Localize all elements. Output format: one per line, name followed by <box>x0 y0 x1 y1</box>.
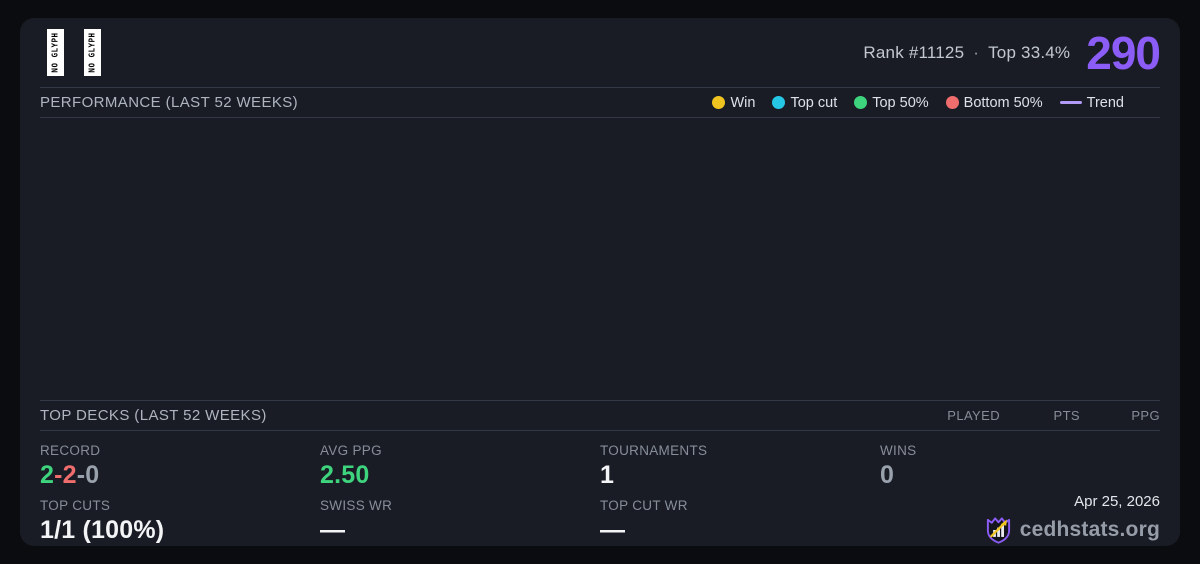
no-glyph-text: NO GLYPH <box>51 32 60 73</box>
top-cut-wr-value: — <box>600 516 626 544</box>
record-dash: - <box>76 461 86 489</box>
top-percent-label: Top 33.4% <box>988 42 1071 62</box>
win-dot-icon <box>712 96 726 109</box>
stat-label: SWISS WR <box>320 498 393 513</box>
performance-chart-area <box>40 118 1160 400</box>
stat-top-cuts: TOP CUTS 1/1 (100%) <box>40 491 320 546</box>
wins-value: 0 <box>880 461 895 489</box>
stats-grid: RECORD 2-2-0 AVG PPG 2.50 TOURNAMENTS 1 … <box>40 431 1160 546</box>
stats-card: NO GLYPH NO GLYPH Rank #11125 · Top 33.4% … <box>20 18 1180 546</box>
trend-line-icon <box>1059 101 1082 104</box>
no-glyph-box-1: NO GLYPH <box>47 29 64 76</box>
legend-item-top-50: Top 50% <box>854 94 929 111</box>
stat-avg-ppg: AVG PPG 2.50 <box>320 436 600 491</box>
points-value: 290 <box>1086 26 1161 79</box>
legend-label: Bottom 50% <box>963 94 1043 111</box>
bottom-50-dot-icon <box>945 96 959 109</box>
record-wins: 2 <box>40 461 55 489</box>
stat-label: RECORD <box>40 443 101 458</box>
stat-label: TOP CUTS <box>40 498 111 513</box>
no-glyph-box-2: NO GLYPH <box>84 29 101 76</box>
top-decks-title: TOP DECKS (LAST 52 WEEKS) <box>40 407 267 424</box>
legend-item-bottom-50: Bottom 50% <box>945 94 1043 111</box>
top-50-dot-icon <box>854 96 868 109</box>
dot-separator: · <box>973 42 980 62</box>
legend-label: Top cut <box>790 94 838 111</box>
footer: Apr 25, 2026 cedhstats.org <box>880 491 1160 546</box>
record-dash: - <box>54 461 63 489</box>
rank-area: Rank #11125 · Top 33.4% 290 <box>863 26 1161 79</box>
rank-label: Rank #11125 <box>863 42 965 62</box>
legend-item-top-cut: Top cut <box>772 95 837 111</box>
column-header-played: PLAYED <box>947 408 1000 423</box>
brand-row: cedhstats.org <box>880 515 1160 544</box>
top-decks-columns: PLAYED PTS PPG <box>920 408 1160 423</box>
avg-ppg-value: 2.50 <box>320 461 370 489</box>
stat-swiss-wr: SWISS WR — <box>320 491 600 546</box>
cedhstats-logo-icon <box>985 515 1012 544</box>
performance-section-header: PERFORMANCE (LAST 52 WEEKS) Win Top cut … <box>40 88 1160 117</box>
stat-record: RECORD 2-2-0 <box>40 436 320 491</box>
stat-tournaments: TOURNAMENTS 1 <box>600 436 880 491</box>
legend-item-win: Win <box>712 95 755 111</box>
legend-label: Win <box>730 94 756 111</box>
legend-item-trend: Trend <box>1059 94 1124 111</box>
no-glyph-text: NO GLYPH <box>88 32 97 73</box>
rank-text: Rank #11125 · Top 33.4% <box>863 43 1070 63</box>
swiss-wr-value: — <box>320 516 346 544</box>
card-header: NO GLYPH NO GLYPH Rank #11125 · Top 33.4% … <box>40 18 1161 87</box>
tournaments-value: 1 <box>600 461 615 489</box>
record-value: 2-2-0 <box>40 461 320 490</box>
column-header-ppg: PPG <box>1131 408 1160 423</box>
performance-title: PERFORMANCE (LAST 52 WEEKS) <box>40 94 299 111</box>
record-losses: 2 <box>62 461 77 489</box>
top-decks-section-header: TOP DECKS (LAST 52 WEEKS) PLAYED PTS PPG <box>40 401 1160 430</box>
record-draws: 0 <box>85 461 100 489</box>
stat-wins: WINS 0 <box>880 436 1160 491</box>
top-cut-dot-icon <box>772 96 786 109</box>
stat-label: WINS <box>880 443 917 458</box>
stat-top-cut-wr: TOP CUT WR — <box>600 491 880 546</box>
column-header-pts: PTS <box>1053 408 1080 423</box>
chart-legend: Win Top cut Top 50% Bottom 50% Trend <box>712 95 1124 111</box>
brand-name: cedhstats.org <box>1019 517 1160 541</box>
top-cuts-value: 1/1 (100%) <box>40 516 165 544</box>
legend-label: Top 50% <box>872 94 929 111</box>
commander-glyphs: NO GLYPH NO GLYPH <box>47 29 101 76</box>
stat-label: AVG PPG <box>320 443 382 458</box>
generated-date: Apr 25, 2026 <box>1074 493 1160 510</box>
stat-label: TOP CUT WR <box>600 498 688 513</box>
legend-label: Trend <box>1086 94 1124 111</box>
stat-label: TOURNAMENTS <box>600 443 708 458</box>
